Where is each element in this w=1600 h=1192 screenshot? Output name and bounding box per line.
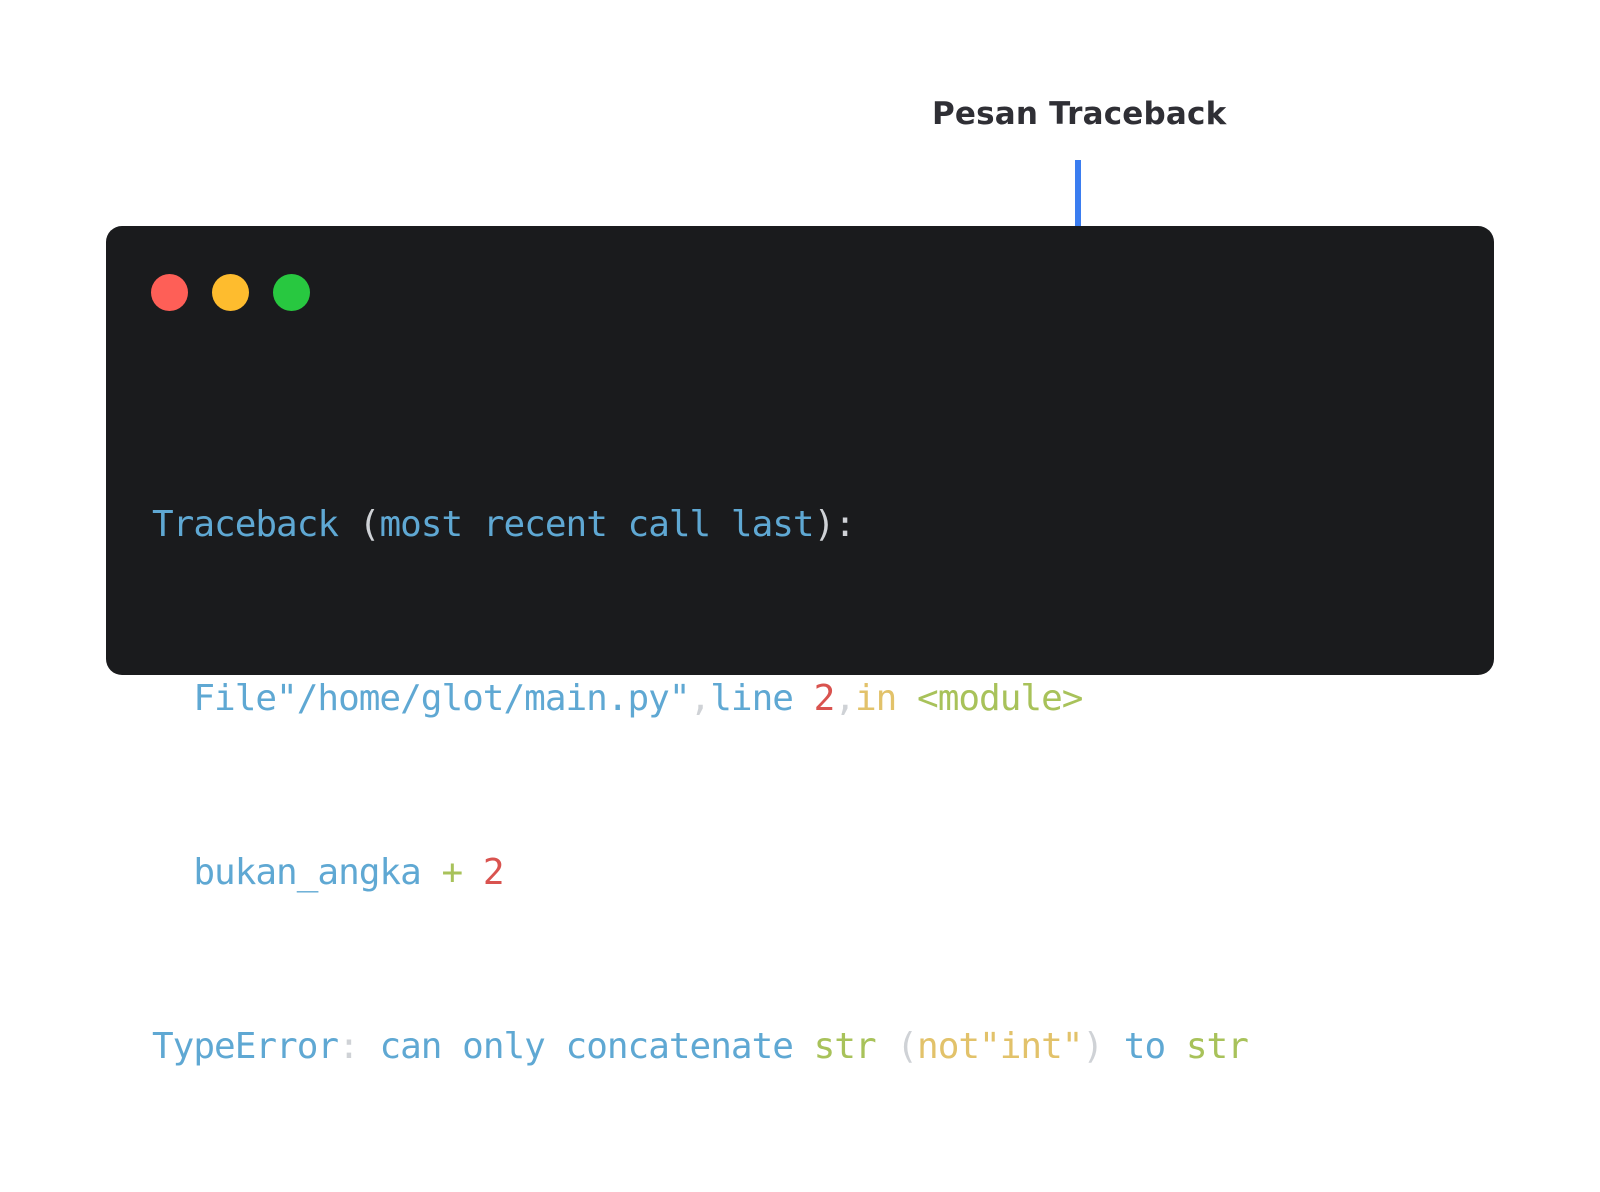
annotation-label: Pesan Traceback	[932, 96, 1227, 132]
in-keyword: in	[854, 678, 897, 719]
code-line-3: bukan_angka + 2	[152, 844, 1248, 902]
line-keyword: line	[710, 678, 794, 719]
error-message: can only concatenate	[379, 1026, 793, 1067]
to-keyword: to	[1123, 1026, 1166, 1067]
terminal-window: Traceback (most recent call last): File"…	[106, 226, 1494, 1067]
error-type: TypeError	[152, 1026, 339, 1067]
paren-close: )	[1082, 1026, 1104, 1067]
not-int: not"int"	[917, 1026, 1083, 1067]
str-type: str	[813, 1026, 877, 1067]
close-dot	[151, 274, 188, 311]
maximize-dot	[273, 274, 310, 311]
paren-close: )	[813, 504, 836, 545]
traceback-detail: most recent call last	[379, 504, 814, 545]
code-line-1: Traceback (most recent call last):	[152, 496, 1248, 554]
module-name: <module>	[917, 678, 1083, 719]
minimize-dot	[212, 274, 249, 311]
colon: :	[338, 1026, 360, 1067]
code-line-4: TypeError: can only concatenate str (not…	[152, 1018, 1249, 1076]
number-literal: 2	[482, 852, 505, 893]
paren-open: (	[358, 504, 381, 545]
colon: :	[834, 504, 856, 545]
code-block: Traceback (most recent call last): File"…	[152, 380, 1249, 1192]
line-number: 2	[813, 678, 836, 719]
traceback-keyword: Traceback	[152, 504, 339, 545]
file-path: File"/home/glot/main.py"	[193, 678, 690, 719]
str-type: str	[1185, 1026, 1249, 1067]
variable-name: bukan_angka	[193, 852, 421, 893]
code-line-2: File"/home/glot/main.py",line 2,in <modu…	[152, 670, 1248, 728]
comma: ,	[689, 678, 712, 719]
paren-open: (	[896, 1026, 918, 1067]
comma: ,	[834, 678, 856, 719]
plus-operator: +	[441, 852, 463, 893]
